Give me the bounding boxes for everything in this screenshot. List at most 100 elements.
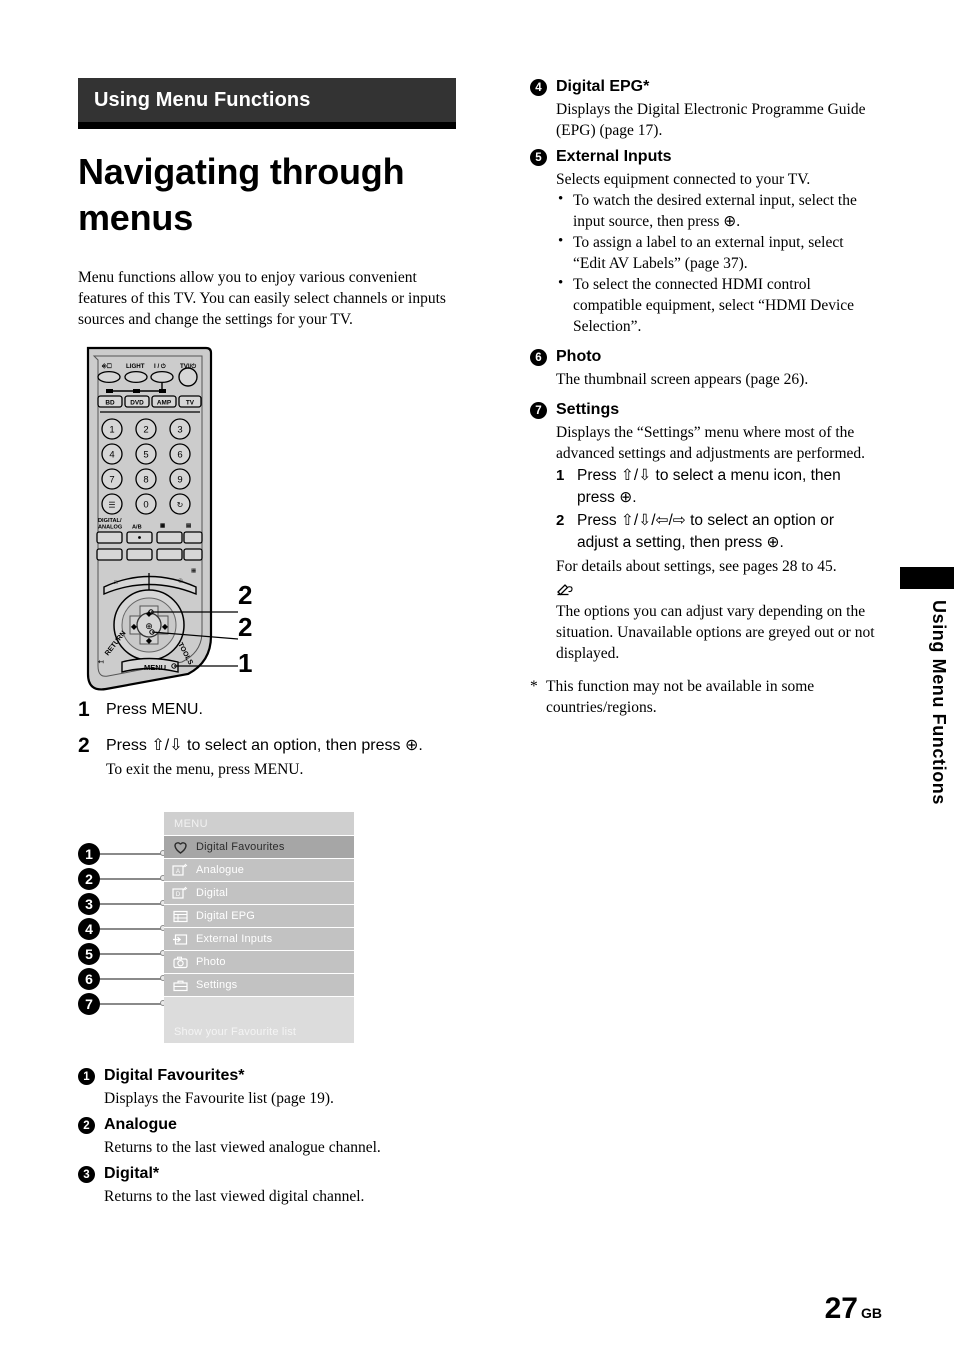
svg-text:▦: ▦ bbox=[160, 523, 166, 529]
item-body: Displays the “Settings” menu where most … bbox=[556, 424, 866, 462]
step-2-subtext: To exit the menu, press MENU. bbox=[106, 761, 304, 778]
item-7: 7 Settings Displays the “Settings” menu … bbox=[530, 398, 880, 664]
menu-item-photo[interactable]: Photo bbox=[164, 950, 354, 973]
side-tab-label: Using Menu Functions bbox=[929, 600, 949, 805]
footnote-marker: * bbox=[530, 678, 538, 695]
bullet-item: To select the connected HDMI control com… bbox=[556, 273, 880, 337]
procedure-steps: 1 Press MENU. 2 Press ⇧/⇩ to select an o… bbox=[78, 698, 456, 780]
svg-text:D: D bbox=[176, 892, 181, 898]
remote-callout-2-top: 2 bbox=[238, 580, 253, 610]
svg-text:I / ⏻: I / ⏻ bbox=[154, 363, 166, 370]
item-title: Digital EPG* bbox=[556, 78, 650, 95]
bullet-item: To watch the desired external input, sel… bbox=[556, 189, 880, 232]
menu-leader-5 bbox=[100, 953, 162, 955]
menu-item-label: Digital EPG bbox=[196, 910, 256, 922]
menu-leader-4 bbox=[100, 928, 162, 930]
remote-callout-1-menu: 1 bbox=[238, 648, 253, 678]
page-country-code: GB bbox=[861, 1305, 882, 1321]
svg-text:AMP: AMP bbox=[157, 400, 172, 407]
item-body: Returns to the last viewed digital chann… bbox=[104, 1188, 365, 1205]
substep-2: 2 Press ⇧/⇩/⇦/⇨ to select an option or a… bbox=[556, 510, 880, 554]
step-2-text: Press ⇧/⇩ to select an option, then pres… bbox=[106, 737, 423, 754]
menu-leader-1 bbox=[100, 853, 162, 855]
analogue-icon: A bbox=[170, 863, 190, 877]
menu-item-label: Analogue bbox=[196, 864, 245, 876]
item-badge: 5 bbox=[530, 149, 547, 166]
svg-text:6: 6 bbox=[177, 450, 182, 461]
heart-icon bbox=[170, 841, 190, 854]
epg-grid-icon bbox=[170, 910, 190, 923]
item-1: 1 Digital Favourites* Displays the Favou… bbox=[78, 1064, 456, 1109]
menu-item-label: External Inputs bbox=[196, 933, 273, 945]
menu-callout-4: 4 bbox=[78, 918, 100, 940]
section-header-bar: Using Menu Functions bbox=[78, 78, 456, 122]
item-title: Digital Favourites* bbox=[104, 1067, 245, 1084]
item-title: Analogue bbox=[104, 1116, 177, 1133]
menu-callout-1: 1 bbox=[78, 843, 100, 865]
svg-text:TV: TV bbox=[186, 400, 195, 407]
menu-item-analogue[interactable]: A Analogue bbox=[164, 858, 354, 881]
page-footer: 27 GB bbox=[825, 1292, 882, 1326]
toolbox-icon bbox=[170, 979, 190, 992]
menu-item-label: Settings bbox=[196, 979, 238, 991]
menu-item-external-inputs[interactable]: External Inputs bbox=[164, 927, 354, 950]
menu-panel-title: MENU bbox=[164, 812, 354, 835]
svg-text:BD: BD bbox=[105, 400, 115, 407]
item-title: External Inputs bbox=[556, 148, 672, 165]
step-2: 2 Press ⇧/⇩ to select an option, then pr… bbox=[78, 734, 456, 780]
svg-text:LIGHT: LIGHT bbox=[126, 363, 145, 370]
svg-text:0: 0 bbox=[143, 500, 148, 511]
step-2-number: 2 bbox=[78, 734, 90, 757]
svg-text:⊕: ⊕ bbox=[145, 622, 153, 632]
external-input-icon bbox=[170, 933, 190, 946]
menu-leader-7 bbox=[100, 1003, 162, 1005]
svg-text:▤: ▤ bbox=[186, 523, 192, 529]
item-5: 5 External Inputs Selects equipment conn… bbox=[530, 145, 880, 337]
svg-text:◎: ◎ bbox=[178, 578, 183, 584]
menu-callout-2: 2 bbox=[78, 868, 100, 890]
item-badge: 7 bbox=[530, 402, 547, 419]
menu-footer-hint: Show your Favourite list bbox=[164, 996, 354, 1043]
item-body: Returns to the last viewed analogue chan… bbox=[104, 1139, 381, 1156]
svg-text:ANALOG: ANALOG bbox=[98, 525, 122, 531]
menu-item-label: Digital Favourites bbox=[196, 841, 285, 853]
left-column: Using Menu Functions Navigating through … bbox=[78, 78, 456, 1211]
menu-item-digital[interactable]: D Digital bbox=[164, 881, 354, 904]
menu-panel: MENU Digital Favourites A Analogue D Dig… bbox=[164, 812, 354, 1043]
menu-item-label: Digital bbox=[196, 887, 228, 899]
svg-text:5: 5 bbox=[143, 450, 148, 461]
menu-callout-3: 3 bbox=[78, 893, 100, 915]
substep-text: Press ⇧/⇩ to select a menu icon, then pr… bbox=[577, 467, 841, 506]
svg-text:2: 2 bbox=[143, 425, 148, 436]
page-title: Navigating through menus bbox=[78, 151, 405, 238]
menu-item-digital-epg[interactable]: Digital EPG bbox=[164, 904, 354, 927]
menu-callout-7: 7 bbox=[78, 993, 100, 1015]
menu-item-settings[interactable]: Settings bbox=[164, 973, 354, 996]
right-column: 4 Digital EPG* Displays the Digital Elec… bbox=[530, 75, 880, 718]
svg-text:☰: ☰ bbox=[108, 501, 115, 510]
svg-text:3: 3 bbox=[177, 425, 182, 436]
manual-page: Using Menu Functions Navigating through … bbox=[0, 0, 954, 1356]
svg-text:DIGITAL/: DIGITAL/ bbox=[98, 518, 122, 524]
item-2: 2 Analogue Returns to the last viewed an… bbox=[78, 1113, 456, 1158]
svg-text:A/B: A/B bbox=[132, 525, 142, 531]
remote-svg: ⎆☐ LIGHT I / ⏻ TV|/⏻ BD DVD AMP TV 1 2 3… bbox=[86, 346, 239, 691]
svg-text:8: 8 bbox=[143, 475, 148, 486]
svg-text:7: 7 bbox=[109, 475, 114, 486]
item-7-after-text: For details about settings, see pages 28… bbox=[556, 558, 837, 575]
item-5-bullets: To watch the desired external input, sel… bbox=[556, 189, 880, 337]
svg-text:MENU: MENU bbox=[144, 663, 166, 672]
svg-text:⎆☐: ⎆☐ bbox=[101, 363, 112, 370]
item-6: 6 Photo The thumbnail screen appears (pa… bbox=[530, 345, 880, 390]
menu-callout-6: 6 bbox=[78, 968, 100, 990]
item-title: Digital* bbox=[104, 1165, 160, 1182]
note-pencil-icon bbox=[556, 583, 880, 601]
item-badge: 6 bbox=[530, 349, 547, 366]
side-tab-black-bar bbox=[900, 567, 954, 589]
intro-paragraph: Menu functions allow you to enjoy variou… bbox=[78, 269, 446, 328]
footnote-text: This function may not be available in so… bbox=[546, 678, 815, 716]
section-header-underline bbox=[78, 122, 456, 129]
svg-text:◆: ◆ bbox=[146, 636, 153, 645]
svg-text:↤: ↤ bbox=[98, 659, 104, 666]
menu-item-digital-favourites[interactable]: Digital Favourites bbox=[164, 835, 354, 858]
